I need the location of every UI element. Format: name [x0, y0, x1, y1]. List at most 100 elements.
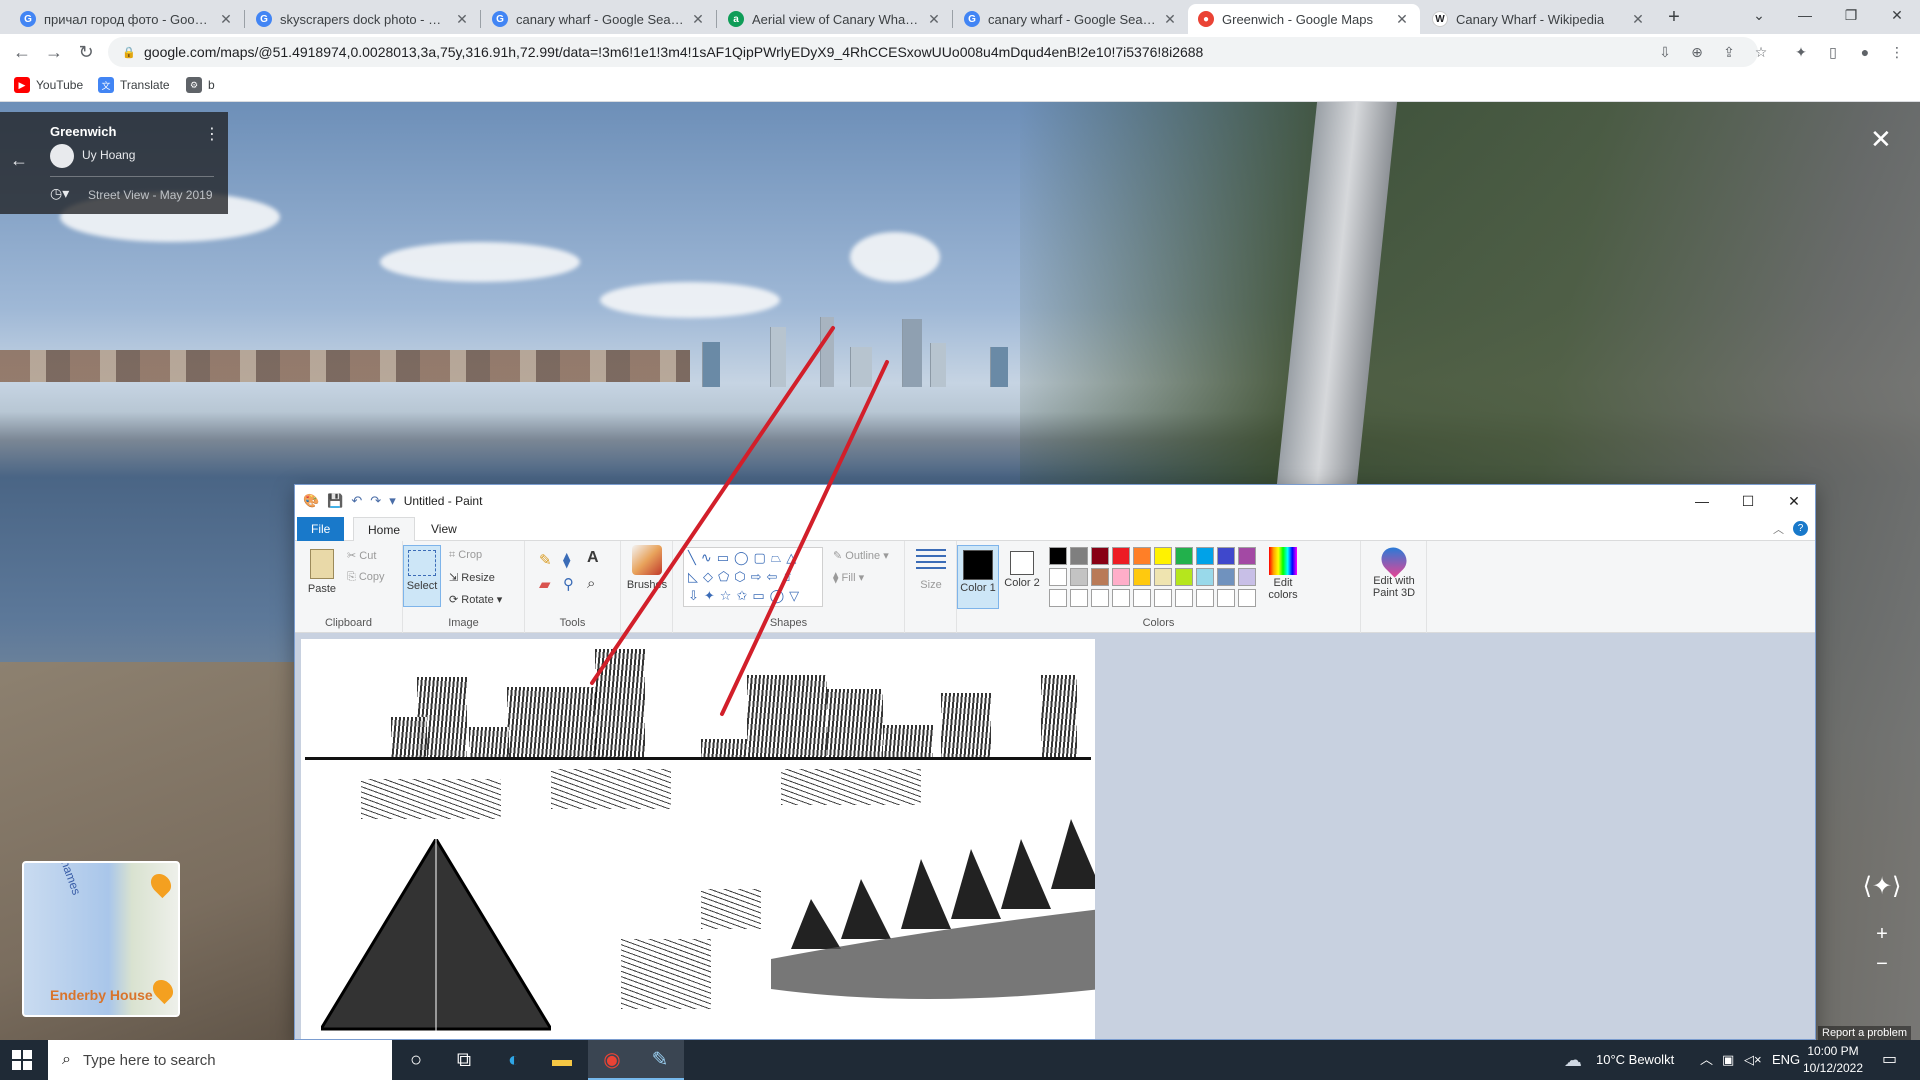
taskbar-clock[interactable]: 10:00 PM 10/12/2022 — [1798, 1043, 1868, 1077]
windows-start-icon[interactable] — [12, 1050, 32, 1070]
palette-swatch[interactable] — [1154, 568, 1172, 586]
color2-button[interactable]: Color 2 — [1003, 545, 1041, 589]
maximize-button[interactable]: ☐ — [1725, 485, 1771, 517]
fill-button[interactable]: ⧫ Fill ▾ — [833, 571, 864, 584]
shapes-gallery[interactable]: ╲∿▭◯▢⏢△ ◺◇⬠⬡⇨⇦⇧ ⇩✦☆✩▭◯▽ — [683, 547, 823, 607]
palette-swatch[interactable] — [1238, 547, 1256, 565]
cut-button[interactable]: ✂ Cut — [347, 549, 376, 562]
palette-swatch[interactable] — [1175, 547, 1193, 565]
color1-button[interactable]: Color 1 — [957, 545, 999, 609]
weather-text[interactable]: 10°C Bewolkt — [1596, 1040, 1674, 1080]
edge-icon[interactable]: ◐ — [490, 1040, 538, 1080]
bookmark-youtube[interactable]: ▶ YouTube — [14, 77, 83, 93]
back-arrow-icon[interactable]: ← — [10, 40, 34, 64]
customize-qat-icon[interactable]: ▾ — [389, 493, 396, 509]
crop-button[interactable]: ⌗ Crop — [449, 549, 482, 562]
history-clock-icon[interactable]: ◷▾ — [50, 185, 69, 202]
close-icon[interactable]: ✕ — [1394, 11, 1410, 28]
eraser-icon[interactable]: ▰ — [539, 575, 551, 593]
tab-view[interactable]: View — [417, 517, 471, 541]
minimap[interactable]: Thames Enderby House — [22, 861, 180, 1017]
copy-button[interactable]: ⎘ Copy — [347, 571, 385, 584]
drawing-canvas[interactable] — [301, 639, 1095, 1039]
palette-swatch[interactable] — [1238, 568, 1256, 586]
palette-swatch[interactable] — [1154, 547, 1172, 565]
close-icon[interactable]: ✕ — [690, 11, 706, 28]
tab-0[interactable]: G причал город фото - Google Se ✕ — [10, 4, 244, 34]
paste-button[interactable]: Paste — [305, 549, 339, 595]
tab-4[interactable]: G canary wharf - Google Search ✕ — [954, 4, 1188, 34]
palette-swatch[interactable] — [1217, 568, 1235, 586]
palette-swatch[interactable] — [1112, 547, 1130, 565]
palette-swatch[interactable] — [1175, 568, 1193, 586]
palette-swatch[interactable] — [1133, 568, 1151, 586]
palette-swatch[interactable] — [1070, 568, 1088, 586]
compass-icon[interactable]: ⟨✦⟩ — [1862, 872, 1902, 912]
new-tab-button[interactable]: + — [1660, 4, 1688, 32]
custom-color-swatch[interactable] — [1070, 589, 1088, 607]
reload-icon[interactable]: ↻ — [74, 40, 98, 64]
minimize-button[interactable]: — — [1782, 0, 1828, 30]
paint-taskbar-icon[interactable]: ✎ — [636, 1040, 684, 1080]
palette-swatch[interactable] — [1070, 547, 1088, 565]
tab-file[interactable]: File — [297, 517, 345, 541]
taskbar-search-box[interactable]: ⌕ Type here to search — [48, 1040, 392, 1080]
save-icon[interactable]: 💾 — [327, 493, 343, 509]
close-icon[interactable]: ✕ — [926, 11, 942, 28]
brushes-button[interactable]: Brushes — [625, 545, 669, 591]
custom-color-swatch[interactable] — [1154, 589, 1172, 607]
close-icon[interactable]: ✕ — [218, 11, 234, 28]
undo-icon[interactable]: ↶ — [351, 493, 362, 509]
edit-colors-button[interactable]: Edit colors — [1263, 547, 1303, 601]
custom-color-swatch[interactable] — [1133, 589, 1151, 607]
share-icon[interactable]: ⇪ — [1720, 43, 1738, 61]
extensions-icon[interactable]: ✦ — [1792, 43, 1810, 61]
custom-color-swatch[interactable] — [1238, 589, 1256, 607]
side-panel-icon[interactable]: ▯ — [1824, 43, 1842, 61]
palette-swatch[interactable] — [1133, 547, 1151, 565]
tab-6[interactable]: W Canary Wharf - Wikipedia ✕ — [1422, 4, 1656, 34]
bookmark-translate[interactable]: 文 Translate — [98, 77, 170, 93]
install-app-icon[interactable]: ⇩ — [1656, 43, 1674, 61]
pencil-icon[interactable]: ✎ — [539, 551, 552, 569]
palette-swatch[interactable] — [1091, 547, 1109, 565]
bookmark-star-icon[interactable]: ☆ — [1752, 43, 1770, 61]
task-view-icon[interactable]: ⧉ — [440, 1040, 488, 1080]
forward-arrow-icon[interactable]: → — [42, 40, 66, 64]
profile-avatar-icon[interactable]: ● — [1856, 43, 1874, 61]
tab-home[interactable]: Home — [353, 517, 416, 541]
menu-kebab-icon[interactable]: ⋮ — [1888, 43, 1906, 61]
address-bar[interactable]: 🔒 google.com/maps/@51.4918974,0.0028013,… — [108, 37, 1758, 67]
zoom-out-button[interactable]: − — [1870, 952, 1894, 976]
bookmark-b[interactable]: ⚙ b — [186, 77, 215, 93]
redo-icon[interactable]: ↷ — [370, 493, 381, 509]
more-options-icon[interactable]: ⋮ — [204, 124, 220, 144]
avatar[interactable] — [50, 144, 74, 168]
select-button[interactable]: Select — [403, 545, 441, 607]
palette-swatch[interactable] — [1049, 547, 1067, 565]
rotate-button[interactable]: ⟳ Rotate ▾ — [449, 593, 502, 606]
close-icon[interactable]: ✕ — [454, 11, 470, 28]
show-hidden-icons-icon[interactable]: ︿ — [1700, 1040, 1713, 1080]
tab-search-icon[interactable]: ⌄ — [1736, 0, 1782, 30]
collapse-ribbon-icon[interactable]: ︿ — [1773, 521, 1784, 537]
fill-bucket-icon[interactable]: ⧫ — [563, 551, 570, 569]
chrome-icon[interactable]: ◉ — [588, 1040, 636, 1080]
palette-swatch[interactable] — [1049, 568, 1067, 586]
custom-color-swatch[interactable] — [1049, 589, 1067, 607]
place-title[interactable]: Greenwich — [50, 124, 116, 139]
palette-swatch[interactable] — [1196, 568, 1214, 586]
size-button[interactable]: Size — [913, 549, 949, 591]
url-text[interactable]: google.com/maps/@51.4918974,0.0028013,3a… — [144, 44, 1203, 60]
palette-swatch[interactable] — [1196, 547, 1214, 565]
palette-swatch[interactable] — [1217, 547, 1235, 565]
tab-2[interactable]: G canary wharf - Google Search ✕ — [482, 4, 716, 34]
tab-3[interactable]: a Aerial view of Canary Wharf, Lo ✕ — [718, 4, 952, 34]
palette-swatch[interactable] — [1091, 568, 1109, 586]
photo-author[interactable]: Uy Hoang — [82, 148, 135, 162]
close-icon[interactable]: ✕ — [1162, 11, 1178, 28]
custom-color-swatch[interactable] — [1175, 589, 1193, 607]
text-tool-icon[interactable]: A — [587, 549, 599, 567]
zoom-icon[interactable]: ⊕ — [1688, 43, 1706, 61]
resize-button[interactable]: ⇲ Resize — [449, 571, 495, 584]
